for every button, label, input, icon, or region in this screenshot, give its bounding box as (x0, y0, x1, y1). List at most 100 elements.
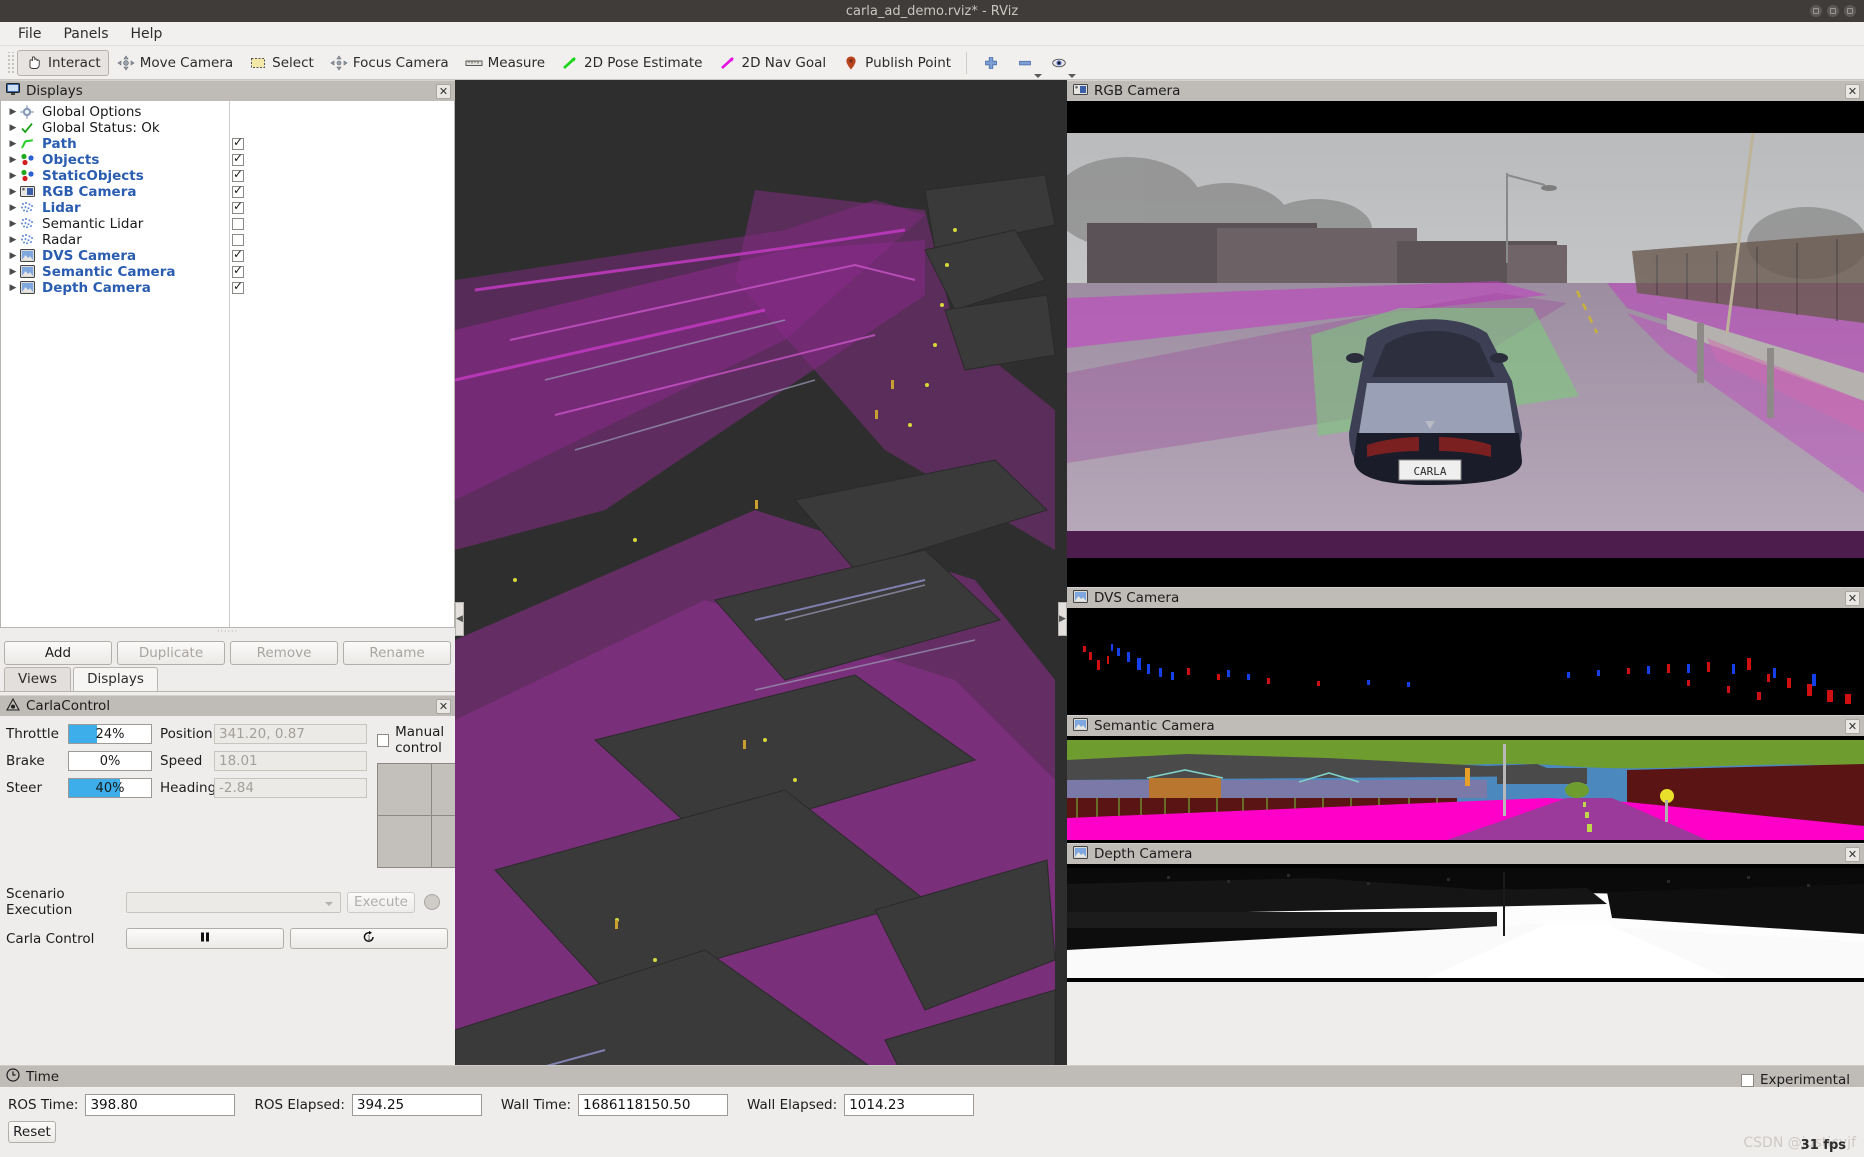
expand-arrow-icon[interactable]: ▶ (6, 251, 20, 261)
menu-file[interactable]: File (8, 24, 51, 44)
maximize-button[interactable] (1827, 5, 1839, 17)
experimental-label: Experimental (1759, 1072, 1850, 1088)
tree-item-depth-camera[interactable]: ▶ Depth Camera (1, 279, 454, 296)
tool-select[interactable]: Select (241, 50, 322, 76)
add-button[interactable]: Add (4, 641, 112, 665)
tool-interact[interactable]: Interact (17, 49, 109, 76)
expand-arrow-icon[interactable]: ▶ (6, 283, 20, 293)
tree-item-semantic-camera[interactable]: ▶ Semantic Camera (1, 263, 454, 280)
execute-button[interactable]: Execute (347, 891, 415, 913)
tree-item-lidar[interactable]: ▶ Lidar (1, 199, 454, 216)
close-icon[interactable]: ✕ (1845, 847, 1860, 862)
tab-displays[interactable]: Displays (73, 667, 158, 691)
window-title: carla_ad_demo.rviz* - RViz (845, 3, 1019, 19)
scenario-select[interactable] (126, 891, 341, 913)
chevron-down-icon[interactable] (1068, 73, 1077, 78)
manual-control-checkbox[interactable] (377, 733, 390, 747)
tree-item-global-status[interactable]: ▶ Global Status: Ok (1, 120, 454, 136)
tree-item-path[interactable]: ▶ Path (1, 135, 454, 152)
tool-visibility[interactable] (1042, 50, 1077, 78)
expand-arrow-icon[interactable]: ▶ (6, 107, 20, 117)
tool-move-camera-label: Move Camera (139, 54, 234, 71)
tree-item-checkbox[interactable] (232, 279, 244, 294)
expand-arrow-icon[interactable]: ▶ (6, 235, 20, 245)
tree-item-checkbox[interactable] (232, 247, 244, 262)
close-button[interactable] (1844, 5, 1856, 17)
ros-time-input[interactable]: 398.80 (85, 1094, 236, 1116)
tree-item-global-options[interactable]: ▶ Global Options (1, 104, 454, 120)
brake-slider[interactable]: 0% (68, 751, 152, 771)
throttle-value: 24% (95, 726, 125, 742)
clock-icon (6, 1067, 20, 1086)
wall-time-input[interactable]: 1686118150.50 (578, 1094, 729, 1116)
tool-move-camera[interactable]: Move Camera (109, 50, 241, 76)
tree-item-dvs-camera[interactable]: ▶ DVS Camera (1, 247, 454, 264)
reset-button[interactable]: Reset (8, 1121, 56, 1143)
pad-cell[interactable] (378, 764, 432, 816)
3d-render-view[interactable] (455, 80, 1067, 1157)
expand-arrow-icon[interactable]: ▶ (6, 123, 20, 133)
rename-button[interactable]: Rename (343, 641, 451, 665)
minimize-button[interactable] (1810, 5, 1822, 17)
tree-item-checkbox[interactable] (232, 218, 244, 230)
close-icon[interactable]: ✕ (436, 84, 451, 99)
tree-item-radar[interactable]: ▶ Radar (1, 232, 454, 248)
tool-2d-pose-estimate[interactable]: 2D Pose Estimate (553, 50, 710, 76)
pause-button[interactable] (126, 928, 284, 949)
expand-arrow-icon[interactable]: ▶ (6, 171, 20, 181)
close-icon[interactable]: ✕ (1845, 719, 1860, 734)
menu-bar: File Panels Help (0, 22, 1864, 46)
menu-help[interactable]: Help (121, 24, 173, 44)
expand-arrow-icon[interactable]: ▶ (6, 267, 20, 277)
dvs-camera-view[interactable] (1067, 608, 1864, 715)
semantic-camera-view[interactable] (1067, 736, 1864, 843)
tree-item-semantic-lidar[interactable]: ▶ Semantic Lidar (1, 216, 454, 232)
tree-item-staticobjects[interactable]: ▶ StaticObjects (1, 167, 454, 184)
tree-item-label: Global Options (42, 104, 142, 120)
tool-measure[interactable]: Measure (457, 50, 553, 76)
toolbar-drag-handle[interactable] (6, 51, 14, 74)
step-once-button[interactable]: 1 (290, 928, 448, 949)
panel-splitter[interactable]: ······ (0, 627, 455, 636)
tool-publish-point[interactable]: Publish Point (834, 50, 959, 76)
experimental-checkbox[interactable] (1740, 1073, 1754, 1087)
tree-item-checkbox[interactable] (232, 199, 244, 214)
tree-item-checkbox[interactable] (232, 183, 244, 198)
expand-arrow-icon[interactable]: ▶ (6, 203, 20, 213)
depth-camera-title: Depth Camera (1094, 846, 1193, 862)
expand-arrow-icon[interactable]: ▶ (6, 155, 20, 165)
left-dock-collapse-handle[interactable]: ◀ (455, 601, 464, 636)
throttle-slider[interactable]: 24% (68, 724, 152, 744)
tool-focus-camera[interactable]: Focus Camera (322, 50, 457, 76)
chevron-down-icon[interactable] (1034, 73, 1043, 78)
tree-item-checkbox[interactable] (232, 151, 244, 166)
tree-item-rgb-camera[interactable]: ▶ RGB Camera (1, 183, 454, 200)
expand-arrow-icon[interactable]: ▶ (6, 139, 20, 149)
right-dock-collapse-handle[interactable]: ▶ (1058, 601, 1067, 636)
pad-cell[interactable] (378, 815, 432, 867)
close-icon[interactable]: ✕ (1845, 84, 1860, 99)
displays-tree[interactable]: ▶ Global Options ▶ Global Status: Ok ▶ P… (0, 101, 455, 628)
remove-button[interactable]: Remove (230, 641, 338, 665)
tool-add-display[interactable] (974, 50, 1008, 76)
tree-item-checkbox[interactable] (232, 234, 244, 246)
close-icon[interactable]: ✕ (436, 699, 451, 714)
tree-item-checkbox[interactable] (232, 167, 244, 182)
tool-2d-nav-goal[interactable]: 2D Nav Goal (711, 50, 835, 76)
duplicate-button[interactable]: Duplicate (117, 641, 225, 665)
tool-remove-display[interactable] (1008, 50, 1043, 78)
expand-arrow-icon[interactable]: ▶ (6, 219, 20, 229)
tree-item-checkbox[interactable] (232, 135, 244, 150)
steer-slider[interactable]: 40% (68, 778, 152, 798)
tree-item-checkbox[interactable] (232, 263, 244, 278)
close-icon[interactable]: ✕ (1845, 591, 1860, 606)
menu-panels[interactable]: Panels (53, 24, 118, 44)
wall-elapsed-input[interactable]: 1014.23 (844, 1094, 975, 1116)
ros-elapsed-input[interactable]: 394.25 (351, 1094, 482, 1116)
rgb-camera-view[interactable]: CARLA (1067, 101, 1864, 587)
experimental-toggle[interactable]: Experimental (1740, 1072, 1850, 1088)
depth-camera-view[interactable] (1067, 864, 1864, 982)
tree-item-objects[interactable]: ▶ Objects (1, 151, 454, 168)
tab-views[interactable]: Views (4, 667, 72, 691)
expand-arrow-icon[interactable]: ▶ (6, 187, 20, 197)
